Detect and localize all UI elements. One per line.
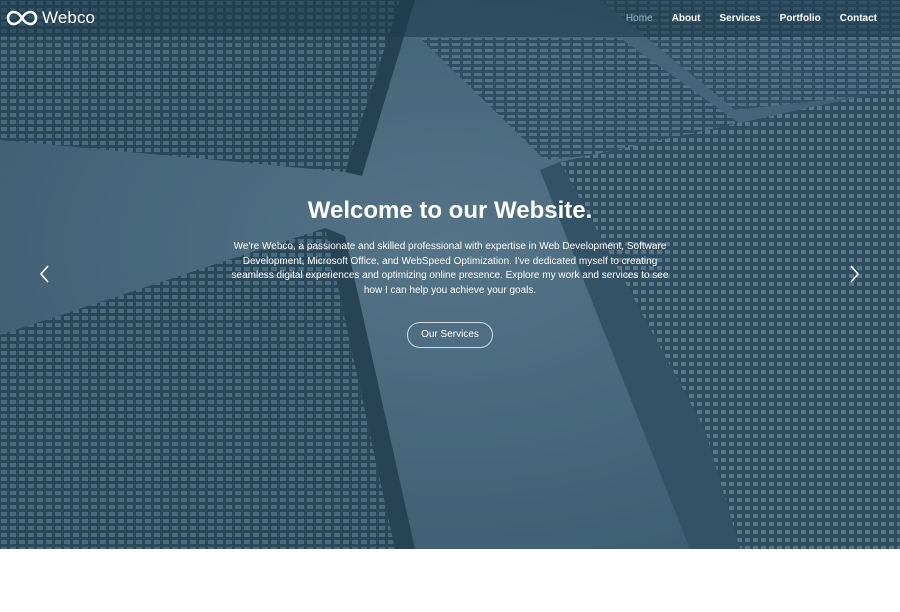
main-nav: Home About Services Portfolio Contact	[607, 0, 877, 37]
carousel-next-button[interactable]	[844, 262, 864, 286]
carousel-prev-button[interactable]	[35, 262, 55, 286]
brand-name: Webco	[42, 8, 96, 27]
hero-content: Welcome to our Website. We're Webco, a p…	[200, 196, 700, 348]
chevron-right-icon	[850, 265, 860, 283]
nav-contact[interactable]: Contact	[840, 13, 877, 24]
hero-carousel: Webco Home About Services Portfolio Cont…	[0, 0, 900, 549]
chevron-left-icon	[39, 265, 49, 283]
nav-home[interactable]: Home	[626, 13, 653, 24]
nav-about[interactable]: About	[672, 13, 701, 24]
infinity-icon	[6, 10, 38, 26]
brand[interactable]: Webco	[6, 7, 95, 29]
hero-description: We're Webco, a passionate and skilled pr…	[231, 241, 669, 296]
nav-services[interactable]: Services	[720, 13, 761, 24]
nav-portfolio[interactable]: Portfolio	[780, 13, 821, 24]
our-services-button[interactable]: Our Services	[407, 322, 493, 348]
navbar: Webco Home About Services Portfolio Cont…	[0, 0, 900, 37]
hero-title: Welcome to our Website.	[307, 197, 593, 224]
